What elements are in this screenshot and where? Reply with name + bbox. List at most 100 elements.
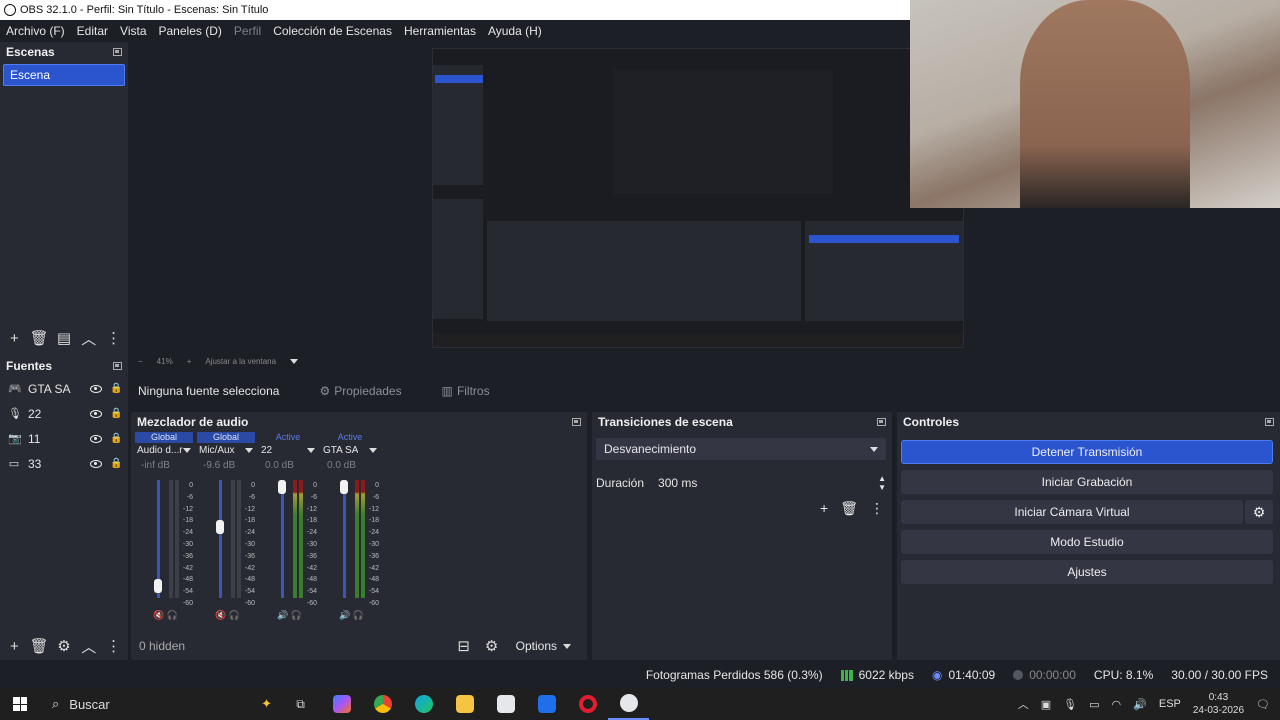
scene-filters-button[interactable]: ▤ [54, 328, 75, 348]
channel-name-row[interactable]: Audio d...ritorio [135, 443, 193, 458]
source-label: 11 [28, 431, 41, 446]
notifications-icon[interactable]: 🗨 [1256, 698, 1270, 711]
obs-taskbar-icon[interactable] [608, 688, 649, 720]
transition-menu-button[interactable]: ⋮ [870, 500, 884, 517]
move-up-button[interactable]: ︿ [78, 636, 99, 656]
edge-icon[interactable] [403, 688, 444, 720]
move-up-button[interactable]: ︿ [78, 328, 99, 348]
channel-name-row[interactable]: 22 [259, 443, 317, 458]
menu-ayuda[interactable]: Ayuda (H) [482, 24, 548, 38]
outlook-icon[interactable] [526, 688, 567, 720]
menu-herramientas[interactable]: Herramientas [398, 24, 482, 38]
source-item[interactable]: 🎮 GTA SA 🔒 [0, 376, 128, 401]
start-virtual-camera-button[interactable]: Iniciar Cámara Virtual [901, 500, 1243, 524]
file-explorer-icon[interactable] [444, 688, 485, 720]
copilot-app-icon[interactable] [321, 688, 362, 720]
undock-icon[interactable] [113, 362, 122, 370]
menu-paneles[interactable]: Paneles (D) [153, 24, 228, 38]
wifi-icon[interactable]: ◠ [1112, 698, 1122, 711]
undock-icon[interactable] [877, 418, 886, 426]
source-item[interactable]: 🎙 22 🔒 [0, 401, 128, 426]
add-transition-button[interactable]: + [820, 500, 828, 517]
source-item[interactable]: ▭ 33 🔒 [0, 451, 128, 476]
volume-fader-track[interactable] [219, 480, 222, 598]
volume-fader-knob[interactable] [278, 480, 286, 494]
visibility-eye-icon[interactable] [90, 459, 102, 468]
task-view-icon[interactable]: ⧉ [280, 688, 321, 720]
source-settings-button[interactable]: ⚙ [54, 636, 75, 656]
clock[interactable]: 0:43 24-03-2026 [1193, 691, 1244, 717]
source-item[interactable]: 📷 11 🔒 [0, 426, 128, 451]
start-button[interactable] [0, 697, 40, 711]
speaker-icon[interactable]: 🔊 [277, 610, 288, 620]
opera-icon[interactable] [567, 688, 608, 720]
store-icon[interactable] [485, 688, 526, 720]
language-indicator[interactable]: ESP [1159, 698, 1181, 710]
fit-window-label[interactable]: Ajustar a la ventana [205, 357, 276, 366]
more-options-button[interactable]: ⋮ [103, 636, 124, 656]
channel-name-row[interactable]: GTA SA [321, 443, 379, 458]
visibility-eye-icon[interactable] [90, 434, 102, 443]
virtual-camera-settings-button[interactable]: ⚙ [1245, 500, 1273, 524]
remove-scene-button[interactable]: 🗑 [29, 328, 50, 348]
volume-fader-knob[interactable] [216, 520, 224, 534]
start-recording-button[interactable]: Iniciar Grabación [901, 470, 1273, 494]
zoom-in-button[interactable]: + [187, 357, 192, 366]
studio-mode-button[interactable]: Modo Estudio [901, 530, 1273, 554]
tray-chevron-up-icon[interactable]: ︿ [1018, 696, 1029, 712]
undock-icon[interactable] [1265, 418, 1274, 426]
lock-icon[interactable]: 🔒 [110, 408, 122, 419]
properties-button[interactable]: ⚙ Propiedades [319, 384, 401, 398]
undock-icon[interactable] [113, 48, 122, 56]
battery-icon[interactable]: ▭ [1089, 698, 1099, 711]
settings-button[interactable]: Ajustes [901, 560, 1273, 584]
lock-icon[interactable]: 🔒 [110, 433, 122, 444]
muted-speaker-icon[interactable]: 🔇 [215, 610, 226, 620]
headphones-icon[interactable]: 🎧 [226, 610, 240, 620]
speaker-icon[interactable]: 🔊 [339, 610, 350, 620]
menu-archivo[interactable]: Archivo (F) [0, 24, 71, 38]
headphones-icon[interactable]: 🎧 [288, 610, 302, 620]
no-source-selected: Ninguna fuente selecciona [138, 384, 280, 398]
chrome-icon[interactable] [362, 688, 403, 720]
volume-fader-knob[interactable] [154, 579, 162, 593]
duration-stepper[interactable]: ▲ ▼ [878, 474, 886, 492]
visibility-eye-icon[interactable] [90, 384, 102, 393]
undock-icon[interactable] [572, 418, 581, 426]
menu-coleccion-escenas[interactable]: Colección de Escenas [267, 24, 398, 38]
lock-icon[interactable]: 🔒 [110, 458, 122, 469]
headphones-icon[interactable]: 🎧 [350, 610, 364, 620]
filters-button[interactable]: ▥ Filtros [442, 384, 490, 398]
taskbar-search[interactable]: ⌕ Buscar ✦ [40, 689, 280, 719]
advanced-audio-icon[interactable]: ⚙ [480, 636, 504, 656]
more-options-button[interactable]: ⋮ [103, 328, 124, 348]
stop-streaming-button[interactable]: Detener Transmisión [901, 440, 1273, 464]
headphones-icon[interactable]: 🎧 [164, 610, 178, 620]
remove-source-button[interactable]: 🗑 [29, 636, 50, 656]
camera-tray-icon[interactable]: ▣ [1041, 698, 1051, 711]
volume-fader-track[interactable] [343, 480, 346, 598]
volume-fader-knob[interactable] [340, 480, 348, 494]
add-scene-button[interactable]: + [4, 328, 25, 348]
layout-icon[interactable]: ⊟ [452, 636, 476, 656]
mixer-options-button[interactable]: Options [516, 639, 571, 653]
volume-icon[interactable]: 🔊 [1133, 698, 1147, 711]
lock-icon[interactable]: 🔒 [110, 383, 122, 394]
add-source-button[interactable]: + [4, 636, 25, 656]
zoom-out-button[interactable]: − [138, 357, 143, 366]
zoom-dropdown-icon[interactable] [290, 358, 299, 364]
remove-transition-button[interactable]: 🗑 [840, 500, 858, 517]
menu-perfil[interactable]: Perfil [228, 24, 267, 38]
transition-select[interactable]: Desvanecimiento [596, 438, 886, 460]
duration-input[interactable]: 300 ms [658, 476, 864, 490]
visibility-eye-icon[interactable] [90, 409, 102, 418]
channel-name-row[interactable]: Mic/Aux [197, 443, 255, 458]
scene-item[interactable]: Escena [3, 64, 125, 86]
preview-canvas[interactable] [432, 48, 964, 348]
menu-vista[interactable]: Vista [114, 24, 152, 38]
mixer-channel: Active 22 0.0 dB 0 -6 -12 -18 -24 -30 -36 -42 -48 -5… [259, 432, 317, 632]
mic-tray-icon[interactable]: 🎙 [1063, 698, 1077, 711]
menu-editar[interactable]: Editar [71, 24, 114, 38]
volume-fader-track[interactable] [281, 480, 284, 598]
muted-speaker-icon[interactable]: 🔇 [153, 610, 164, 620]
